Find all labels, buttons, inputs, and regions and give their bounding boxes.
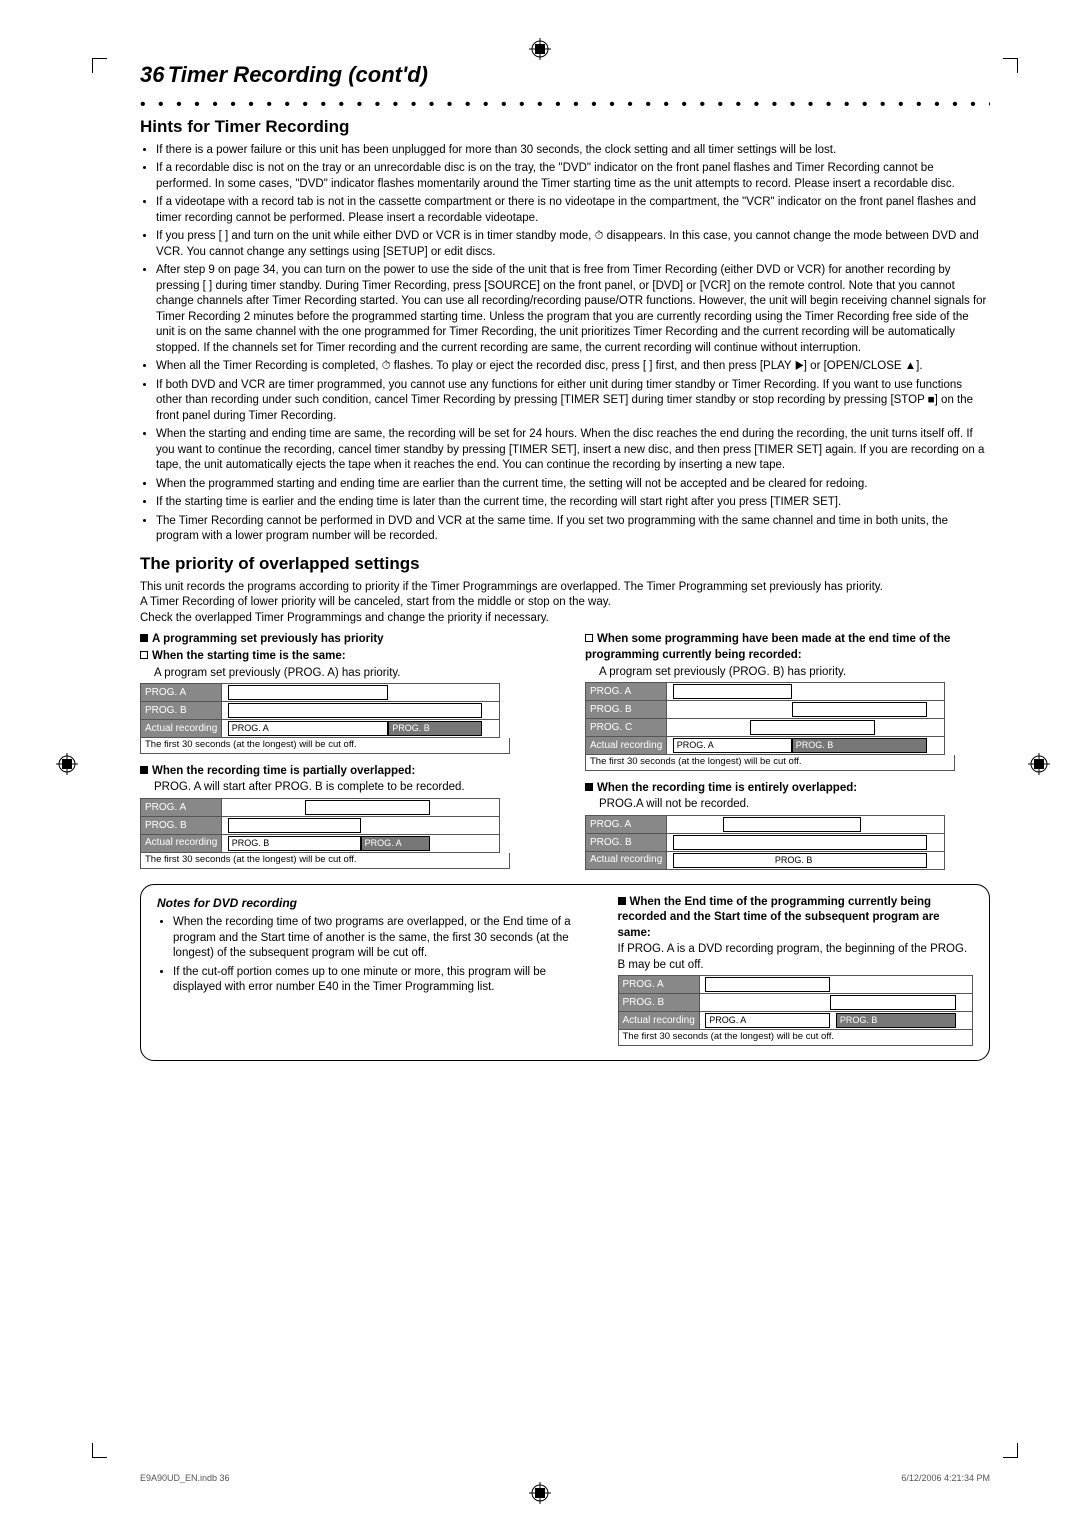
- gantt-row-label: Actual recording: [618, 1012, 699, 1030]
- gantt-bar-label: PROG. B: [392, 722, 430, 734]
- gantt-cutoff-note: The first 30 seconds (at the longest) wi…: [585, 755, 955, 771]
- case-head-text: A programming set previously has priorit…: [152, 633, 384, 645]
- hint-item: The Timer Recording cannot be performed …: [156, 514, 990, 545]
- gantt-cutoff-note: The first 30 seconds (at the longest) wi…: [140, 853, 510, 869]
- notes-right: When the End time of the programming cur…: [618, 895, 974, 1046]
- gantt-row-label: PROG. A: [141, 684, 222, 702]
- hint-item: After step 9 on page 34, you can turn on…: [156, 263, 990, 356]
- gantt-bar-label: PROG. A: [709, 1014, 746, 1026]
- filled-square-icon: [140, 766, 148, 774]
- gantt-bar-label: PROG. B: [775, 854, 813, 866]
- gantt-dvd-notes: PROG. A PROG. B Actual recording PROG. A…: [618, 975, 974, 1030]
- case-sub-text: When the starting time is the same:: [152, 650, 346, 662]
- notes-item: When the recording time of two programs …: [173, 915, 592, 962]
- gantt-row-label: PROG. C: [586, 719, 667, 737]
- priority-intro: This unit records the programs according…: [140, 580, 990, 596]
- gantt-row-label: Actual recording: [586, 737, 667, 755]
- overlap-grid: A programming set previously has priorit…: [140, 632, 990, 869]
- case-head-text: When the End time of the programming cur…: [618, 896, 940, 939]
- gantt-row-label: PROG. B: [618, 994, 699, 1012]
- overlap-col-left: A programming set previously has priorit…: [140, 632, 545, 869]
- crop-mark-icon: [1003, 58, 1018, 73]
- notes-title: Notes for DVD recording: [157, 895, 592, 911]
- gantt-row-label: PROG. B: [141, 816, 222, 834]
- gantt-row-label: PROG. A: [141, 798, 222, 816]
- hint-item: When the programmed starting and ending …: [156, 477, 990, 493]
- hint-item: When all the Timer Recording is complete…: [156, 359, 990, 375]
- gantt-row-label: Actual recording: [586, 851, 667, 869]
- gantt-bar-label: PROG. B: [840, 1014, 878, 1026]
- gantt-bar-label: PROG. A: [365, 837, 402, 849]
- gantt-row-label: PROG. B: [586, 701, 667, 719]
- registration-mark-icon: [1028, 753, 1050, 775]
- filled-square-icon: [140, 634, 148, 642]
- gantt-row-label: PROG. A: [586, 815, 667, 833]
- hint-item: When the starting and ending time are sa…: [156, 427, 990, 474]
- case-head-text: When the recording time is entirely over…: [597, 782, 857, 794]
- page-number: 36: [140, 62, 164, 87]
- hint-item: If the starting time is earlier and the …: [156, 495, 990, 511]
- hint-item: If there is a power failure or this unit…: [156, 143, 990, 159]
- notes-left: Notes for DVD recording When the recordi…: [157, 895, 592, 1046]
- case-note: If PROG. A is a DVD recording program, t…: [618, 942, 974, 973]
- case-subheading: When the starting time is the same:: [140, 649, 545, 665]
- gantt-row-label: PROG. B: [586, 833, 667, 851]
- notes-list: When the recording time of two programs …: [157, 915, 592, 996]
- filled-square-icon: [618, 897, 626, 905]
- priority-intro: Check the overlapped Timer Programmings …: [140, 611, 990, 627]
- registration-mark-icon: [529, 1482, 551, 1504]
- section-priority-title: The priority of overlapped settings: [140, 553, 990, 576]
- registration-mark-icon: [529, 38, 551, 60]
- priority-intro: A Timer Recording of lower priority will…: [140, 595, 990, 611]
- gantt-row-label: PROG. A: [618, 976, 699, 994]
- case-note: A program set previously (PROG. A) has p…: [154, 666, 545, 682]
- page-footer: E9A90UD_EN.indb 36 6/12/2006 4:21:34 PM: [140, 1472, 990, 1484]
- gantt-bar-label: PROG. B: [232, 837, 270, 849]
- open-square-icon: [140, 651, 148, 659]
- gantt-bar-label: PROG. A: [232, 722, 269, 734]
- case-note: PROG.A will not be recorded.: [599, 797, 990, 813]
- gantt-bar-label: PROG. B: [796, 739, 834, 751]
- case-heading: A programming set previously has priorit…: [140, 632, 545, 648]
- footer-timestamp: 6/12/2006 4:21:34 PM: [901, 1472, 990, 1484]
- footer-filename: E9A90UD_EN.indb 36: [140, 1472, 230, 1484]
- notes-callout-box: Notes for DVD recording When the recordi…: [140, 884, 990, 1061]
- notes-item: If the cut-off portion comes up to one m…: [173, 965, 592, 996]
- page-header: 36 Timer Recording (cont'd) • • • • • • …: [140, 60, 990, 110]
- gantt-entire-overlap: PROG. A PROG. B Actual recording PROG. B: [585, 815, 945, 870]
- case-heading: When some programming have been made at …: [585, 632, 990, 663]
- case-note: A program set previously (PROG. B) has p…: [599, 665, 990, 681]
- hint-item: If a videotape with a record tab is not …: [156, 195, 990, 226]
- filled-square-icon: [585, 783, 593, 791]
- gantt-bar-label: PROG. A: [677, 739, 714, 751]
- crop-mark-icon: [1003, 1443, 1018, 1458]
- gantt-row-label: Actual recording: [141, 720, 222, 738]
- section-hints-title: Hints for Timer Recording: [140, 116, 990, 139]
- case-head-text: When some programming have been made at …: [585, 633, 950, 661]
- hints-list: If there is a power failure or this unit…: [140, 143, 990, 545]
- hint-item: If both DVD and VCR are timer programmed…: [156, 378, 990, 425]
- overlap-col-right: When some programming have been made at …: [585, 632, 990, 869]
- hint-item: If you press [ ] and turn on the unit wh…: [156, 229, 990, 260]
- case-heading: When the End time of the programming cur…: [618, 895, 974, 942]
- crop-mark-icon: [92, 1443, 107, 1458]
- hint-item: If a recordable disc is not on the tray …: [156, 161, 990, 192]
- gantt-end-time: PROG. A PROG. B PROG. C Actual recording…: [585, 682, 945, 755]
- gantt-partial-overlap: PROG. A PROG. B Actual recording PROG. B…: [140, 798, 500, 853]
- crop-mark-icon: [92, 58, 107, 73]
- gantt-row-label: Actual recording: [141, 834, 222, 852]
- chapter-title: Timer Recording (cont'd): [168, 60, 428, 90]
- case-head-text: When the recording time is partially ove…: [152, 765, 415, 777]
- case-note: PROG. A will start after PROG. B is comp…: [154, 780, 545, 796]
- registration-mark-icon: [56, 753, 78, 775]
- gantt-same-start: PROG. A PROG. B Actual recording PROG. A…: [140, 683, 500, 738]
- gantt-row-label: PROG. A: [586, 683, 667, 701]
- case-heading: When the recording time is entirely over…: [585, 781, 990, 797]
- gantt-cutoff-note: The first 30 seconds (at the longest) wi…: [140, 738, 510, 754]
- open-square-icon: [585, 634, 593, 642]
- gantt-row-label: PROG. B: [141, 702, 222, 720]
- dotted-rule: • • • • • • • • • • • • • • • • • • • • …: [140, 94, 990, 110]
- gantt-cutoff-note: The first 30 seconds (at the longest) wi…: [618, 1030, 974, 1046]
- case-heading: When the recording time is partially ove…: [140, 764, 545, 780]
